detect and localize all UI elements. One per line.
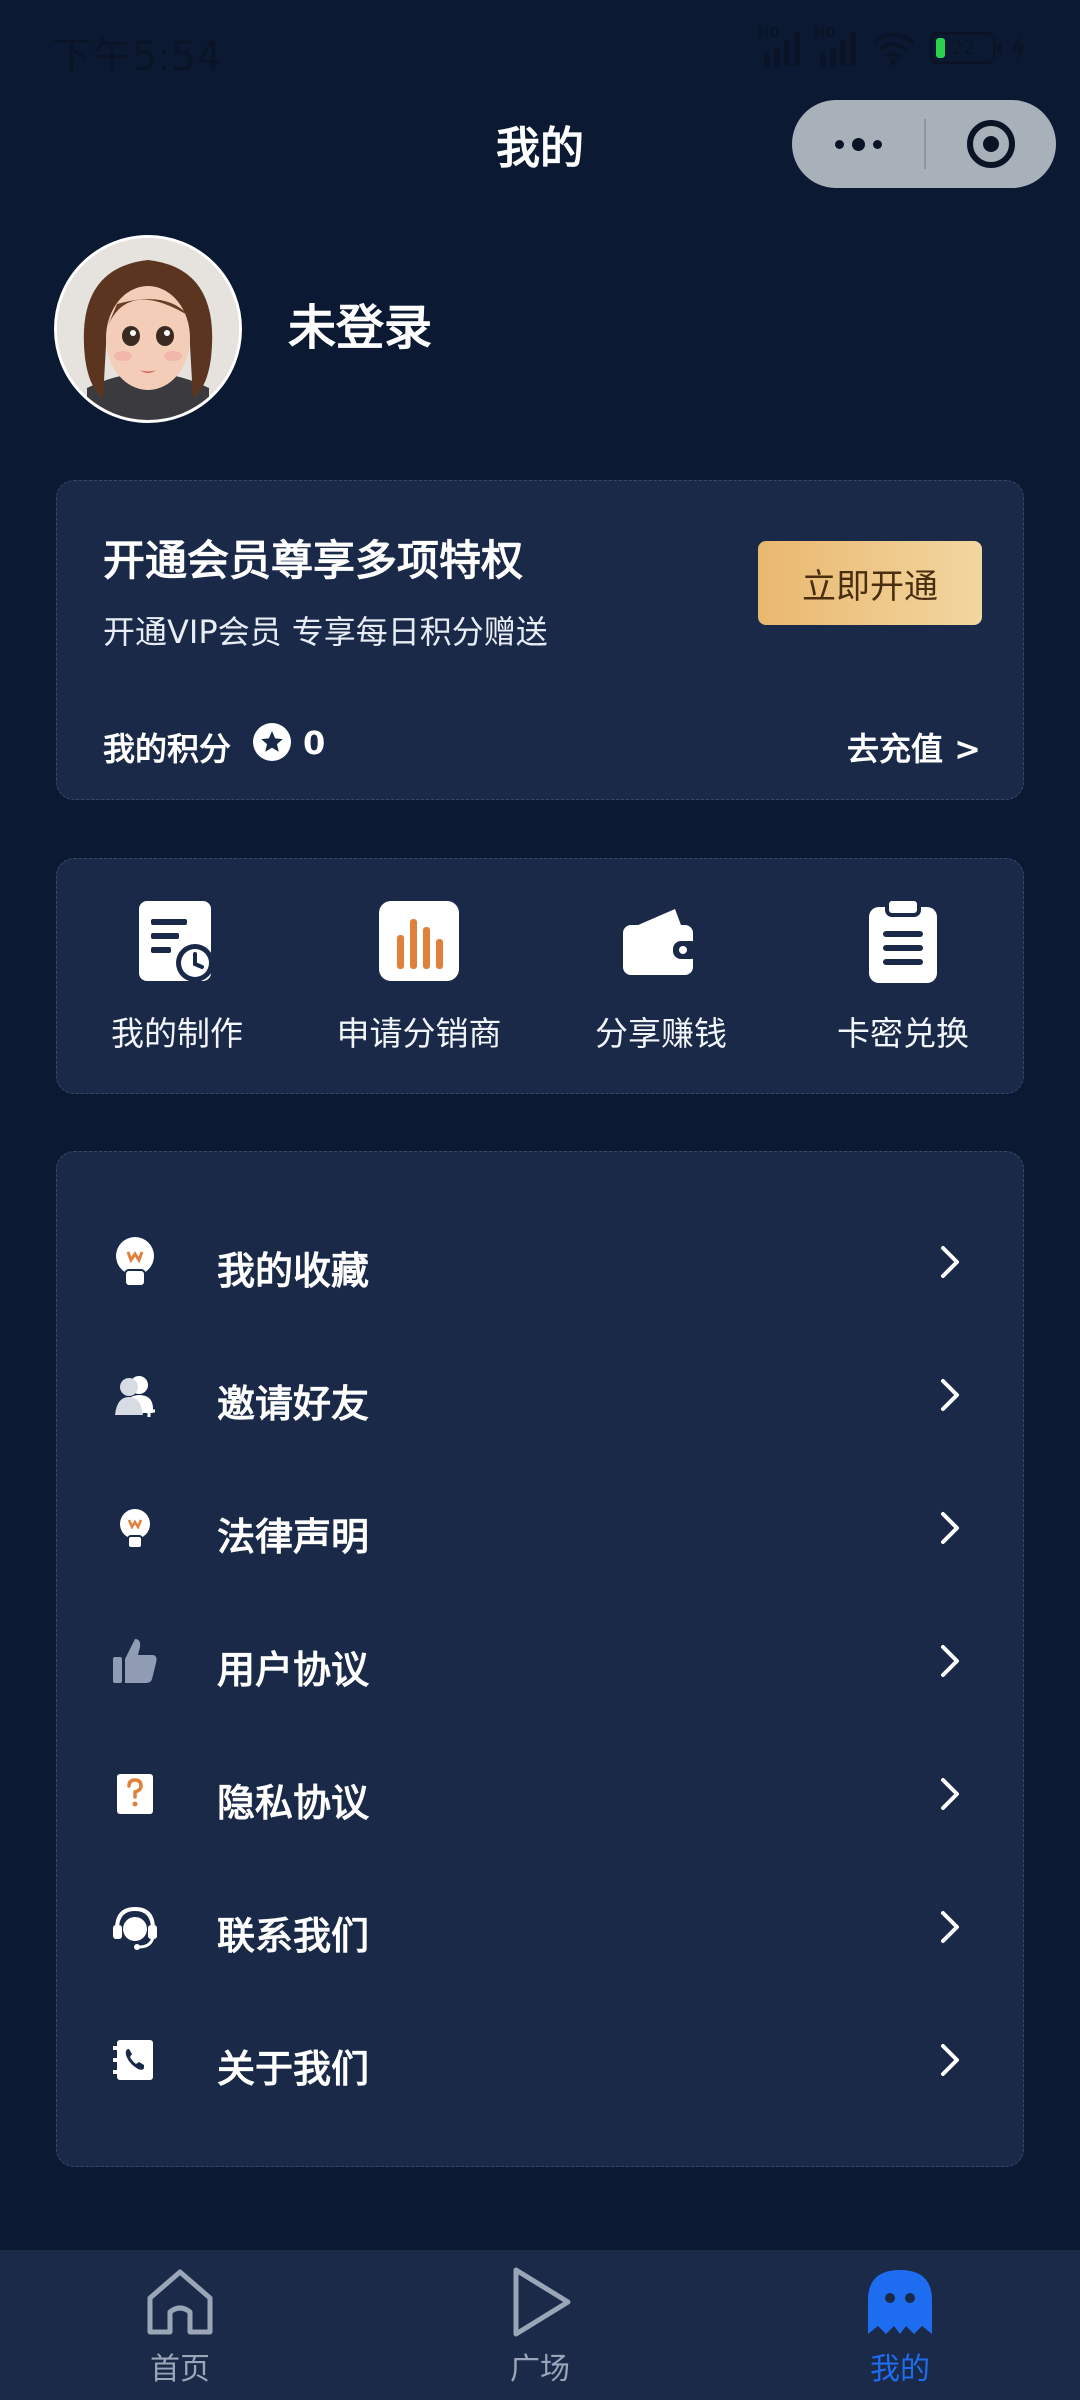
add-user-icon xyxy=(109,1369,161,1421)
star-icon xyxy=(253,723,291,761)
tab-label: 首页 xyxy=(150,2352,210,2387)
tab-label: 我的 xyxy=(870,2352,930,2387)
charging-icon xyxy=(1010,33,1028,63)
bottom-tab-bar: 首页 广场 我的 xyxy=(0,2250,1080,2400)
lightbulb-small-icon xyxy=(109,1502,161,1554)
recharge-link[interactable]: 去充值 > xyxy=(847,724,981,770)
wallet-icon xyxy=(619,899,703,983)
chevron-right-icon xyxy=(937,1774,963,1814)
menu-item-invite-friends[interactable]: 邀请好友 xyxy=(57,1328,1025,1461)
close-miniprogram-button[interactable] xyxy=(926,100,1056,188)
signal-icon: HD xyxy=(758,26,800,66)
menu-item-contact[interactable]: 联系我们 xyxy=(57,1860,1025,1993)
status-icons: HD HD 22 xyxy=(758,26,1028,66)
tab-mine[interactable]: 我的 xyxy=(800,2264,1000,2388)
play-icon xyxy=(502,2264,578,2340)
vip-title: 开通会员尊享多项特权 xyxy=(103,536,524,585)
menu-item-privacy[interactable]: 隐私协议 xyxy=(57,1727,1025,1860)
menu-item-label: 关于我们 xyxy=(217,2047,370,2091)
points-label: 我的积分 xyxy=(103,730,232,768)
points-value: 0 xyxy=(303,724,326,762)
signal-icon: HD xyxy=(814,26,856,66)
page: 下午5:54 HD HD 22 我的 未登录 开通会员尊享多项特权 开通VIP会… xyxy=(0,0,1080,2400)
open-vip-button[interactable]: 立即开通 xyxy=(758,541,982,625)
question-icon xyxy=(109,1768,161,1820)
ghost-icon xyxy=(862,2264,938,2340)
quick-action-label: 申请分销商 xyxy=(336,1014,502,1053)
menu-item-label: 我的收藏 xyxy=(217,1249,370,1293)
menu-item-label: 法律声明 xyxy=(217,1515,370,1559)
battery-level: 22 xyxy=(950,37,976,59)
username[interactable]: 未登录 xyxy=(288,288,432,358)
quick-action-label: 我的制作 xyxy=(111,1014,243,1053)
tab-label: 广场 xyxy=(510,2352,570,2387)
chevron-right-icon xyxy=(937,1375,963,1415)
quick-action-label: 分享赚钱 xyxy=(595,1014,727,1053)
quick-action-card-redeem[interactable]: 卡密兑换 xyxy=(783,897,1023,1055)
lightbulb-icon xyxy=(109,1236,161,1288)
quick-actions-card: 我的制作 申请分销商 分享赚钱 卡密兑换 xyxy=(56,858,1024,1094)
thumbs-up-icon xyxy=(109,1635,161,1687)
status-bar: 下午5:54 HD HD 22 xyxy=(0,0,1080,100)
menu-item-favorites[interactable]: 我的收藏 xyxy=(57,1195,1025,1328)
menu-item-label: 邀请好友 xyxy=(217,1382,370,1426)
avatar[interactable] xyxy=(54,235,242,423)
headset-icon xyxy=(109,1901,161,1953)
quick-action-distributor[interactable]: 申请分销商 xyxy=(299,899,539,1055)
vip-subtitle: 开通VIP会员 专享每日积分赠送 xyxy=(103,613,548,651)
tab-home[interactable]: 首页 xyxy=(80,2264,280,2388)
status-time: 下午5:54 xyxy=(52,34,222,80)
chevron-right-icon xyxy=(937,1242,963,1282)
signal-hd-label: HD xyxy=(814,26,836,41)
menu-list: 我的收藏 邀请好友 法律声明 用户协议 隐私协议 联系我们 关于我们 xyxy=(56,1151,1024,2167)
menu-item-about[interactable]: 关于我们 xyxy=(57,1993,1025,2126)
menu-item-label: 用户协议 xyxy=(217,1648,370,1692)
quick-action-share-earn[interactable]: 分享赚钱 xyxy=(541,899,781,1055)
signal-hd-label: HD xyxy=(758,26,780,41)
chevron-right-icon xyxy=(937,2040,963,2080)
menu-item-label: 联系我们 xyxy=(217,1914,370,1958)
menu-item-user-agreement[interactable]: 用户协议 xyxy=(57,1594,1025,1727)
target-icon xyxy=(967,120,1015,168)
more-options-button[interactable] xyxy=(792,100,924,188)
phone-book-icon xyxy=(109,2034,161,2086)
menu-item-label: 隐私协议 xyxy=(217,1781,370,1825)
quick-action-label: 卡密兑换 xyxy=(837,1014,969,1053)
bar-chart-icon xyxy=(377,899,461,983)
wifi-icon xyxy=(870,30,916,66)
chevron-right-icon xyxy=(937,1907,963,1947)
menu-item-legal[interactable]: 法律声明 xyxy=(57,1461,1025,1594)
document-clock-icon xyxy=(135,899,219,983)
chevron-right-icon xyxy=(937,1641,963,1681)
chevron-right-icon xyxy=(937,1508,963,1548)
vip-card: 开通会员尊享多项特权 开通VIP会员 专享每日积分赠送 立即开通 我的积分 0 … xyxy=(56,480,1024,800)
battery-icon: 22 xyxy=(930,32,1002,64)
mini-program-capsule xyxy=(792,100,1056,188)
home-icon xyxy=(142,2264,218,2340)
tab-square[interactable]: 广场 xyxy=(440,2264,640,2388)
quick-action-my-creations[interactable]: 我的制作 xyxy=(57,899,297,1055)
clipboard-icon xyxy=(861,897,945,983)
